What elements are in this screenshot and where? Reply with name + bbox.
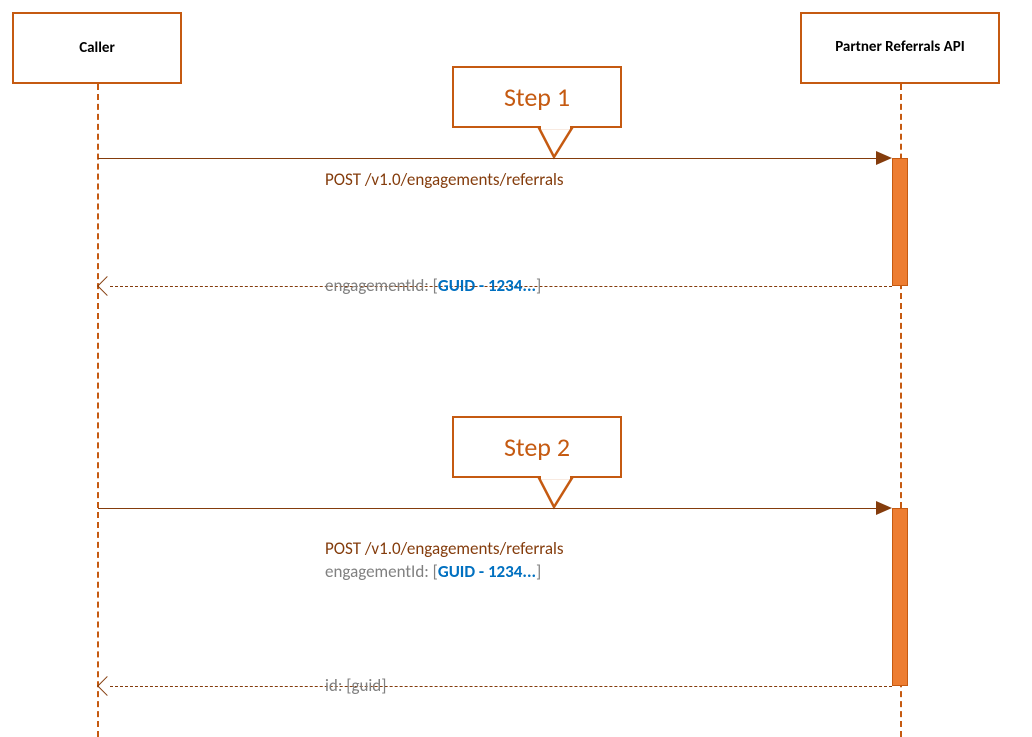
label-step2-request-line2: engagementId: [GUID - 1234...] [325, 561, 541, 582]
actor-caller: Caller [12, 12, 182, 84]
label-step1-response: engagementId: [GUID - 1234...] [325, 275, 541, 296]
label-step2-response: id: [guid] [325, 675, 386, 696]
arrow-step2-response [110, 686, 892, 687]
callout-step2: Step 2 [452, 416, 622, 478]
label-step2-request-line1: POST /v1.0/engagements/referrals [325, 538, 564, 559]
callout-tail-step1 [534, 125, 584, 160]
label-step1-request: POST /v1.0/engagements/referrals [325, 169, 564, 190]
callout-step1-label: Step 1 [504, 81, 570, 113]
arrowhead-step2-response [97, 676, 117, 696]
arrowhead-step1-response [97, 276, 117, 296]
lifeline-caller [97, 84, 99, 737]
actor-api-label: Partner Referrals API [835, 38, 965, 58]
callout-step1: Step 1 [452, 66, 622, 128]
arrowhead-step1-request [876, 151, 892, 165]
arrow-step2-request [98, 508, 878, 509]
arrow-step1-request [98, 158, 878, 159]
actor-api: Partner Referrals API [800, 12, 1000, 84]
callout-step2-label: Step 2 [504, 431, 570, 463]
activation-step2 [892, 508, 908, 686]
activation-step1 [892, 158, 908, 286]
actor-caller-label: Caller [79, 39, 115, 57]
arrowhead-step2-request [876, 501, 892, 515]
callout-tail-step2 [534, 475, 584, 510]
